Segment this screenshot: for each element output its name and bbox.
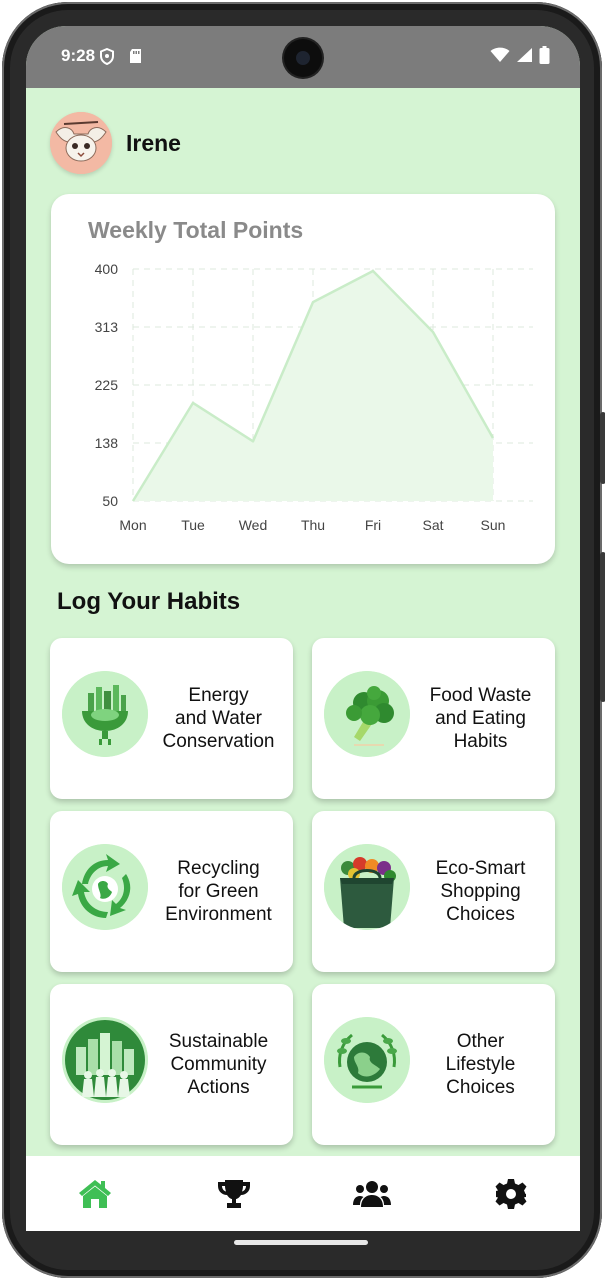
home-icon [79, 1179, 112, 1208]
chart-area [131, 269, 495, 502]
front-camera [284, 39, 322, 77]
habit-card-eco-globe[interactable]: Other Lifestyle Choices [312, 984, 555, 1145]
habit-card-broccoli[interactable]: Food Waste and Eating Habits [312, 638, 555, 799]
habit-label: Sustainable Community Actions [168, 1031, 269, 1098]
phone-frame: 9:28 Irene Weekly Total Points 400 313 2… [2, 2, 605, 1278]
habit-label: Recycling for Green Environment [165, 858, 272, 925]
x-tick-label: Sun [481, 517, 506, 533]
x-tick-label: Fri [365, 517, 381, 533]
nav-home[interactable] [26, 1156, 165, 1231]
nav-community[interactable] [303, 1156, 442, 1231]
eco-globe-icon [324, 1017, 410, 1103]
bat-avatar-icon [50, 112, 112, 174]
broccoli-icon [324, 671, 410, 757]
series-area-fill [133, 270, 493, 501]
shopping-bag-icon [324, 844, 410, 930]
habit-label: Food Waste and Eating Habits [429, 685, 532, 752]
shield-icon [100, 47, 114, 70]
nav-trophy[interactable] [165, 1156, 304, 1231]
avatar[interactable] [50, 112, 112, 174]
y-tick-label: 313 [95, 319, 119, 335]
y-tick-label: 225 [95, 377, 119, 393]
trophy-icon [217, 1179, 250, 1208]
bottom-nav [26, 1156, 580, 1231]
power-button [600, 552, 605, 702]
habit-card-shopping-bag[interactable]: Eco-Smart Shopping Choices [312, 811, 555, 972]
chart-title: Weekly Total Points [88, 217, 303, 243]
status-bar: 9:28 [26, 26, 580, 88]
wifi-icon [490, 47, 510, 68]
y-tick-label: 50 [102, 493, 118, 509]
status-time: 9:28 [61, 46, 96, 65]
settings-gear-icon [495, 1178, 527, 1209]
habit-card-energy-water[interactable]: Energy and Water Conservation [50, 638, 293, 799]
y-tick-label: 138 [95, 435, 119, 451]
energy-water-icon [62, 671, 148, 757]
user-name: Irene [126, 129, 181, 156]
habit-label: Eco-Smart Shopping Choices [435, 858, 526, 925]
community-city-icon [62, 1017, 148, 1103]
users-icon [353, 1180, 392, 1207]
user-header: Irene [50, 112, 181, 174]
chart-canvas: Weekly Total Points 400 313 225 138 50 Mon Tu… [88, 217, 533, 533]
gesture-home-bar[interactable] [234, 1240, 368, 1245]
habit-card-recycle-globe[interactable]: Recycling for Green Environment [50, 811, 293, 972]
recycle-globe-icon [62, 844, 148, 930]
x-tick-label: Tue [181, 517, 205, 533]
x-tick-label: Wed [239, 517, 268, 533]
y-tick-label: 400 [95, 261, 119, 277]
habit-card-community-city[interactable]: Sustainable Community Actions [50, 984, 293, 1145]
app-screen: 9:28 Irene Weekly Total Points 400 313 2… [26, 26, 580, 1231]
x-axis: Mon Tue Wed Thu Fri Sat Sun [119, 517, 505, 533]
y-axis: 400 313 225 138 50 [95, 261, 119, 509]
volume-button [600, 412, 605, 484]
x-tick-label: Thu [301, 517, 325, 533]
section-title: Log Your Habits [57, 588, 241, 615]
signal-icon [516, 47, 533, 68]
nav-settings[interactable] [442, 1156, 581, 1231]
x-tick-label: Sat [422, 517, 443, 533]
habit-label: Energy and Water Conservation [162, 685, 275, 752]
weekly-points-chart: Weekly Total Points 400 313 225 138 50 Mon Tu… [51, 194, 555, 564]
status-indicators [490, 46, 550, 69]
battery-icon [539, 46, 550, 69]
habit-label: Other Lifestyle Choices [445, 1031, 516, 1098]
x-tick-label: Mon [119, 517, 146, 533]
sd-card-icon [129, 48, 142, 69]
